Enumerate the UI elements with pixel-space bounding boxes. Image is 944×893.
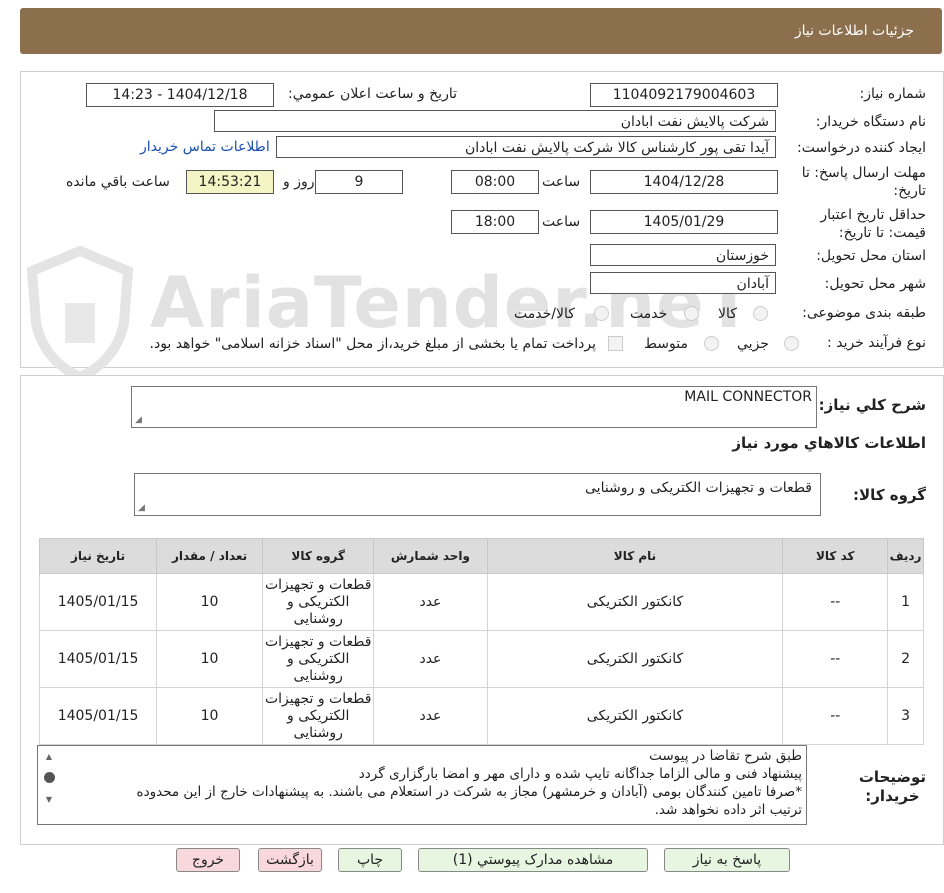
category-goods-radio[interactable] — [753, 306, 768, 321]
province-field[interactable]: خوزستان — [590, 244, 776, 266]
view-attachments-button[interactable]: مشاهده مدارک پیوستي (1) — [418, 848, 648, 872]
cell-item-code: -- — [782, 687, 889, 745]
process-small-label: جزيي — [737, 336, 769, 352]
cell-item-code: -- — [782, 573, 889, 631]
category-service-radio[interactable] — [684, 306, 699, 321]
buyer-notes-label: توضیحات خریدار: — [858, 768, 926, 805]
goods-info-title: اطلاعات کالاهاي مورد نیاز — [732, 434, 926, 452]
cell-unit: عدد — [373, 573, 488, 631]
cell-row-number: 1 — [887, 573, 924, 631]
col-header-need-date: تاریخ نیاز — [38, 538, 158, 574]
notes-line: طبق شرح تقاضا در پیوست — [649, 748, 802, 764]
treasury-note: پرداخت تمام یا بخشی از مبلغ خرید،از محل … — [149, 336, 596, 352]
col-header-item-code: کد کالا — [782, 538, 889, 574]
city-field[interactable]: آبادان — [590, 272, 776, 294]
cell-item-name: کانکتور الکتریکی — [486, 630, 784, 688]
resize-handle-icon[interactable]: ◢ — [135, 415, 142, 425]
notes-line: ترتیب اثر داده نخواهد شد. — [654, 802, 802, 818]
col-header-group: گروه کالا — [262, 538, 375, 574]
deadline-label: مهلت ارسال پاسخ: تا تاریخ: — [801, 165, 926, 199]
watermark-shield-icon — [20, 243, 140, 383]
treasury-checkbox[interactable] — [608, 336, 623, 351]
cell-need-date: 1405/01/15 — [38, 687, 158, 745]
process-small-radio[interactable] — [784, 336, 799, 351]
summary-textarea[interactable]: MAIL CONNECTOR ◢ — [131, 386, 817, 428]
creator-label: ایجاد کننده درخواست: — [797, 140, 926, 156]
cell-item-name: کانکتور الکتریکی — [486, 573, 784, 631]
cell-item-name: کانکتور الکتریکی — [486, 687, 784, 745]
exit-button[interactable]: خروج — [176, 848, 240, 872]
col-header-item-name: نام کالا — [486, 538, 784, 574]
deadline-date-field[interactable]: 1404/12/28 — [590, 170, 778, 194]
col-header-row-number: ردیف — [887, 538, 924, 574]
deadline-time-label: ساعت — [542, 174, 581, 190]
cell-unit: عدد — [373, 687, 488, 745]
process-label: نوع فرآیند خرید : — [827, 335, 926, 351]
cell-group: قطعات و تجهیزات الکتریکی و روشنایی — [262, 630, 375, 688]
summary-value: MAIL CONNECTOR — [684, 389, 812, 405]
days-label: روز و — [283, 174, 315, 190]
cell-unit: عدد — [373, 630, 488, 688]
notes-line: پیشنهاد فنی و مالی الزاما جداگانه تایپ ش… — [358, 766, 802, 782]
announce-date-field[interactable]: 1404/12/18 - 14:23 — [86, 83, 274, 107]
notes-line: *صرفا تامین کنندگان بومی (آبادان و خرمشه… — [136, 784, 803, 800]
print-button[interactable]: چاپ — [338, 848, 402, 872]
reply-button[interactable]: پاسخ به نیاز — [664, 848, 790, 872]
table-row: 2 -- کانکتور الکتریکی عدد قطعات و تجهیزا… — [38, 630, 924, 688]
table-row: 3 -- کانکتور الکتریکی عدد قطعات و تجهیزا… — [38, 687, 924, 745]
notes-scrollbar[interactable]: ▲ ▼ — [41, 748, 57, 824]
goods-group-label: گروه کالا: — [853, 486, 926, 504]
scroll-thumb[interactable] — [43, 772, 55, 783]
resize-handle-icon[interactable]: ◢ — [138, 503, 145, 513]
buyer-org-field[interactable]: شرکت پالایش نفت ابادان — [214, 110, 776, 132]
table-row: 1 -- کانکتور الکتریکی عدد قطعات و تجهیزا… — [38, 573, 924, 631]
need-number-label: شماره نیاز: — [859, 86, 927, 102]
cell-group: قطعات و تجهیزات الکتریکی و روشنایی — [262, 687, 375, 745]
items-table: ردیف کد کالا نام کالا واحد شمارش گروه کا… — [38, 538, 924, 745]
col-header-quantity: تعداد / مقدار — [156, 538, 264, 574]
category-service-label: خدمت — [630, 306, 668, 322]
scroll-up-icon[interactable]: ▲ — [41, 748, 57, 766]
category-goods-label: کالا — [718, 306, 737, 322]
goods-group-value: قطعات و تجهیزات الکتریکی و روشنایی — [585, 480, 812, 496]
back-button[interactable]: بازگشت — [258, 848, 322, 872]
need-number-field[interactable]: 1104092179004603 — [590, 83, 778, 107]
category-label: طبقه بندی موضوعی: — [802, 305, 926, 321]
validity-time-label: ساعت — [542, 214, 581, 230]
cell-need-date: 1405/01/15 — [38, 573, 158, 631]
validity-label: حداقل تاریخ اعتبار قیمت: تا تاریخ: — [820, 207, 926, 241]
goods-group-textarea[interactable]: قطعات و تجهیزات الکتریکی و روشنایی ◢ — [134, 473, 821, 516]
announce-date-label: تاریخ و ساعت اعلان عمومي: — [288, 86, 457, 102]
validity-time-field[interactable]: 18:00 — [451, 210, 539, 234]
validity-date-field[interactable]: 1405/01/29 — [590, 210, 778, 234]
province-label: استان محل تحویل: — [816, 248, 926, 264]
cell-row-number: 2 — [887, 630, 924, 688]
process-medium-label: متوسط — [644, 336, 688, 352]
buyer-notes-textarea[interactable]: طبق شرح تقاضا در پیوست پیشنهاد فنی و مال… — [37, 745, 807, 825]
page-header: جزئیات اطلاعات نیاز — [20, 8, 942, 54]
deadline-time-field[interactable]: 08:00 — [451, 170, 539, 194]
process-medium-radio[interactable] — [704, 336, 719, 351]
cell-row-number: 3 — [887, 687, 924, 745]
cell-quantity: 10 — [156, 573, 264, 631]
days-remaining-field[interactable]: 9 — [315, 170, 403, 194]
category-goods-service-radio[interactable] — [594, 306, 609, 321]
cell-need-date: 1405/01/15 — [38, 630, 158, 688]
cell-group: قطعات و تجهیزات الکتریکی و روشنایی — [262, 573, 375, 631]
cell-quantity: 10 — [156, 687, 264, 745]
cell-item-code: -- — [782, 630, 889, 688]
remaining-time-field[interactable]: 14:53:21 — [186, 170, 274, 194]
page-title: جزئیات اطلاعات نیاز — [794, 23, 914, 39]
cell-quantity: 10 — [156, 630, 264, 688]
category-goods-service-label: کالا/خدمت — [514, 306, 575, 322]
creator-field[interactable]: آیدا تقی پور کارشناس کالا شرکت پالایش نف… — [276, 136, 776, 158]
remaining-label: ساعت باقي مانده — [66, 174, 170, 190]
buyer-org-label: نام دستگاه خریدار: — [815, 114, 926, 130]
scroll-down-icon[interactable]: ▼ — [41, 791, 57, 809]
buyer-contact-link[interactable]: اطلاعات تماس خریدار — [140, 139, 270, 155]
table-header-row: ردیف کد کالا نام کالا واحد شمارش گروه کا… — [38, 538, 924, 574]
city-label: شهر محل تحویل: — [824, 276, 926, 292]
col-header-unit: واحد شمارش — [373, 538, 488, 574]
summary-label: شرح کلي نیاز: — [818, 396, 926, 414]
